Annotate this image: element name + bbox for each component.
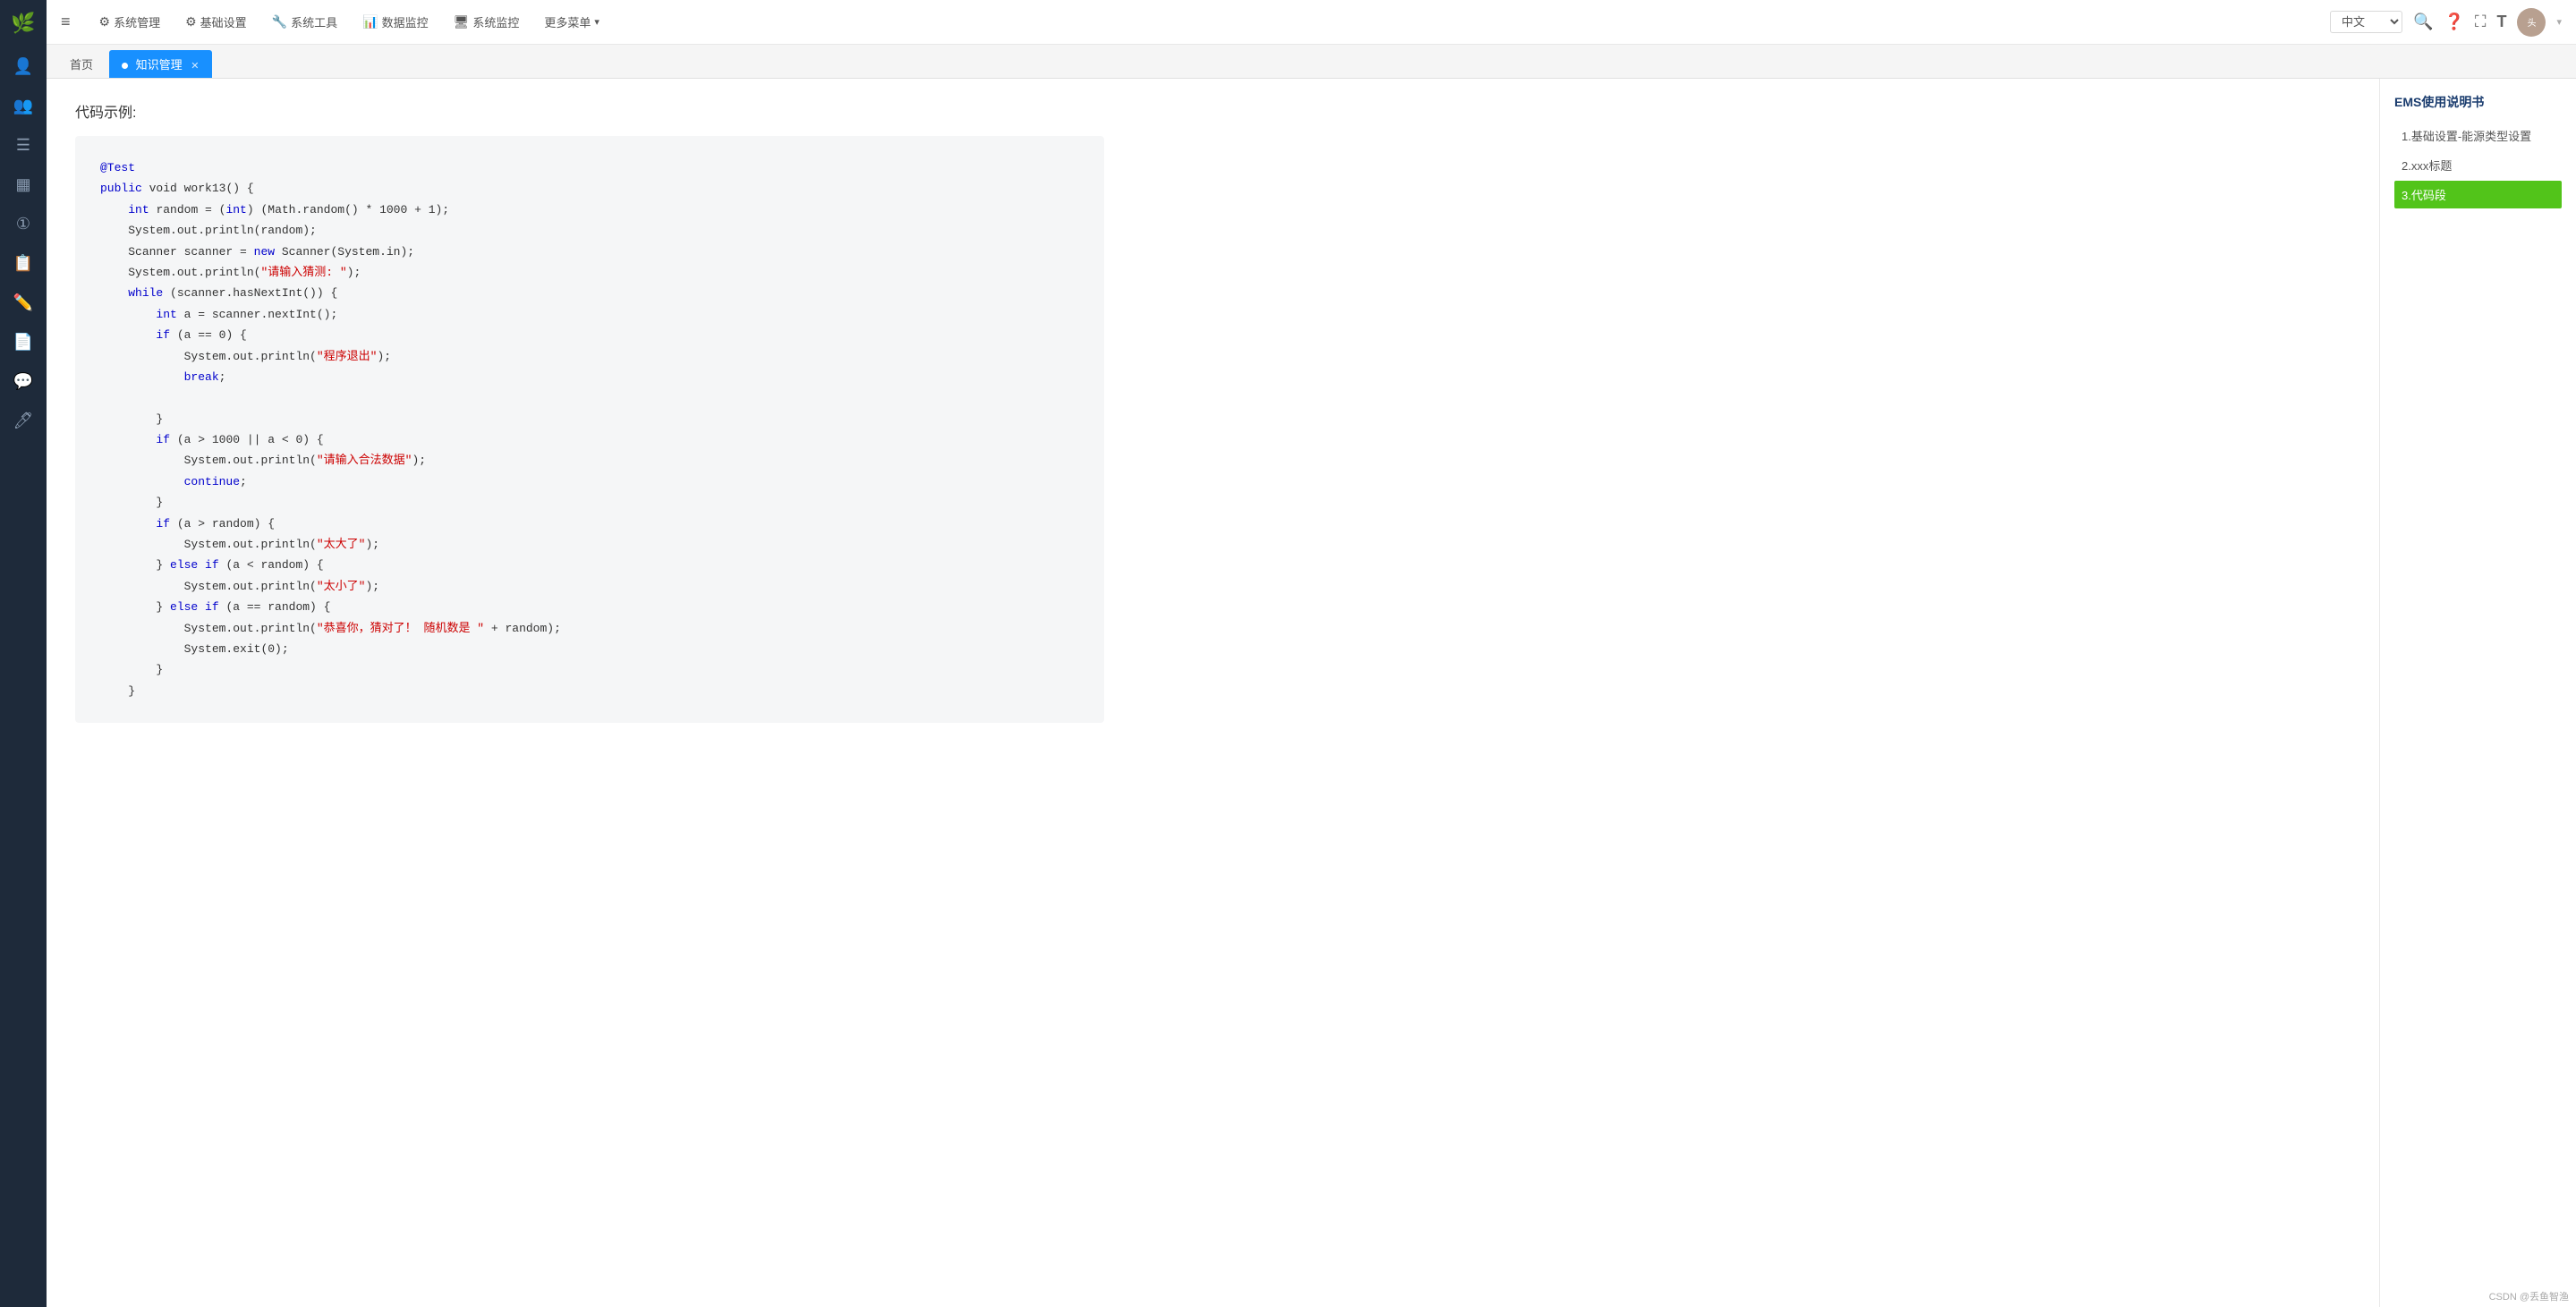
wrench-icon: 🔧 [272, 14, 287, 30]
avatar-caret: ▾ [2556, 16, 2562, 28]
language-selector[interactable]: 中文 English [2330, 11, 2402, 33]
sidebar-icon-users[interactable]: 👥 [0, 86, 47, 125]
tab-close-icon[interactable]: ✕ [191, 61, 199, 72]
sidebar-icon-edit[interactable]: ✏️ [0, 283, 47, 322]
right-panel-title: EMS使用说明书 [2394, 93, 2562, 111]
sidebar-icon-user[interactable]: 👤 [0, 47, 47, 86]
code-block: @Test public void work13() { int random … [75, 136, 1104, 723]
logo: 🌿 [0, 0, 47, 47]
code-line-13: } [100, 409, 1079, 429]
monitor-icon: 🖥 [454, 14, 470, 30]
right-panel: EMS使用说明书 1.基础设置-能源类型设置 2.xxx标题 3.代码段 [2379, 79, 2576, 1307]
code-line-blank1 [100, 387, 1079, 408]
nav-item-basic-settings[interactable]: ⚙ 基础设置 [174, 8, 258, 36]
font-icon[interactable]: T [2496, 13, 2506, 31]
tab-knowledge-management[interactable]: 知识管理 ✕ [109, 50, 211, 78]
code-line-9: if (a == 0) { [100, 325, 1079, 345]
sidebar-icon-chat[interactable]: 💬 [0, 361, 47, 401]
code-line-17: } [100, 492, 1079, 513]
code-line-6: System.out.println("请输入猜测: "); [100, 262, 1079, 283]
toc-item-1[interactable]: 1.基础设置-能源类型设置 [2394, 122, 2562, 149]
sidebar-icon-filelist[interactable]: 📋 [0, 243, 47, 283]
code-line-7: while (scanner.hasNextInt()) { [100, 283, 1079, 303]
main-area: ≡ ⚙ 系统管理 ⚙ 基础设置 🔧 系统工具 📊 数据监控 🖥 系统监控 [47, 0, 2576, 1307]
code-line-3: int random = (int) (Math.random() * 1000… [100, 199, 1079, 220]
code-line-18: if (a > random) { [100, 513, 1079, 534]
code-line-1: @Test [100, 157, 1079, 178]
footer-watermark: CSDN @丢鱼智渔 [2489, 1289, 2569, 1303]
code-line-2: public void work13() { [100, 178, 1079, 199]
code-line-26: } [100, 681, 1079, 701]
code-line-16: continue; [100, 471, 1079, 492]
content-area: 代码示例: @Test public void work13() { int r… [47, 79, 2576, 1307]
chevron-down-icon: ▾ [594, 16, 599, 28]
nav-item-system-monitor[interactable]: 🖥 系统监控 [443, 8, 531, 36]
chart-icon: 📊 [362, 14, 378, 30]
toc-item-2[interactable]: 2.xxx标题 [2394, 151, 2562, 179]
nav-item-system-tools[interactable]: 🔧 系统工具 [261, 8, 348, 36]
tab-home[interactable]: 首页 [57, 50, 106, 78]
menu-toggle-icon[interactable]: ≡ [61, 13, 71, 31]
topnav-right: 中文 English 🔍 ❓ ⛶ T 头 ▾ [2330, 8, 2562, 37]
fullscreen-icon[interactable]: ⛶ [2475, 13, 2487, 31]
code-line-8: int a = scanner.nextInt(); [100, 304, 1079, 325]
nav-item-data-monitor[interactable]: 📊 数据监控 [352, 8, 438, 36]
topnav: ≡ ⚙ 系统管理 ⚙ 基础设置 🔧 系统工具 📊 数据监控 🖥 系统监控 [47, 0, 2576, 45]
main-content: 代码示例: @Test public void work13() { int r… [47, 79, 2379, 1307]
nav-item-more-menu[interactable]: 更多菜单 ▾ [533, 8, 610, 36]
sidebar-icon-list[interactable]: ☰ [0, 125, 47, 165]
code-line-23: System.out.println("恭喜你，猜对了！ 随机数是 " + ra… [100, 618, 1079, 639]
gear-icon-1: ⚙ [99, 14, 111, 30]
code-line-22: } else if (a == random) { [100, 597, 1079, 617]
sidebar-icon-dashboard[interactable]: ▦ [0, 165, 47, 204]
tab-dot-icon [122, 63, 128, 69]
code-line-14: if (a > 1000 || a < 0) { [100, 429, 1079, 450]
avatar[interactable]: 头 [2517, 8, 2546, 37]
code-line-20: } else if (a < random) { [100, 555, 1079, 575]
code-line-11: break; [100, 367, 1079, 387]
sidebar-icon-stamp[interactable]: 🖊 [0, 401, 47, 440]
code-line-25: } [100, 659, 1079, 680]
sidebar: 🌿 👤 👥 ☰ ▦ ① 📋 ✏️ 📄 💬 🖊 [0, 0, 47, 1307]
page-title: 代码示例: [75, 100, 2351, 122]
nav-item-system-management[interactable]: ⚙ 系统管理 [89, 8, 172, 36]
nav-items: ⚙ 系统管理 ⚙ 基础设置 🔧 系统工具 📊 数据监控 🖥 系统监控 更多菜单 [89, 8, 2331, 36]
code-line-15: System.out.println("请输入合法数据"); [100, 450, 1079, 471]
sidebar-icon-document[interactable]: 📄 [0, 322, 47, 361]
search-icon[interactable]: 🔍 [2413, 13, 2433, 31]
code-line-10: System.out.println("程序退出"); [100, 346, 1079, 367]
help-icon[interactable]: ❓ [2444, 13, 2463, 31]
code-line-5: Scanner scanner = new Scanner(System.in)… [100, 242, 1079, 262]
toc-item-3[interactable]: 3.代码段 [2394, 181, 2562, 208]
code-line-24: System.exit(0); [100, 639, 1079, 659]
gear-icon-2: ⚙ [185, 14, 197, 30]
code-line-19: System.out.println("太大了"); [100, 534, 1079, 555]
sidebar-icon-badge[interactable]: ① [0, 204, 47, 243]
code-line-21: System.out.println("太小了"); [100, 576, 1079, 597]
code-line-4: System.out.println(random); [100, 220, 1079, 241]
tab-bar: 首页 知识管理 ✕ [47, 45, 2576, 79]
